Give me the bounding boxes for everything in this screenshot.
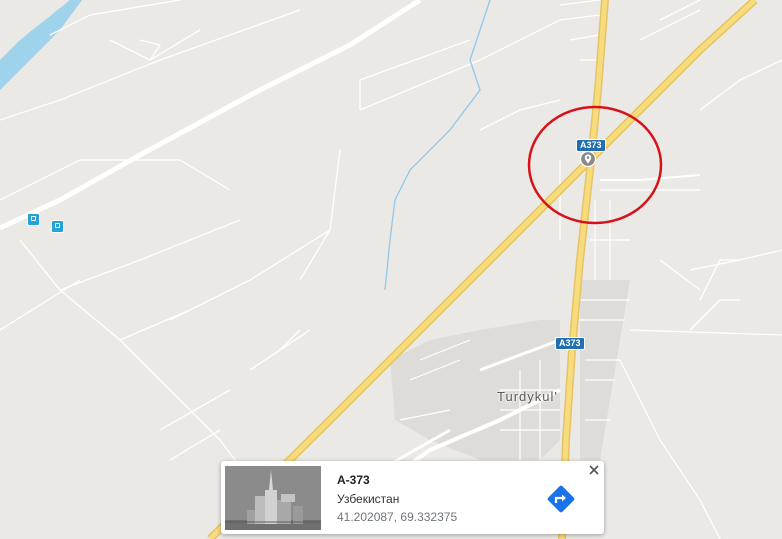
bus-stop-icon[interactable] bbox=[27, 213, 40, 226]
canal bbox=[384, 0, 491, 291]
map-canvas[interactable]: A373 A373 Turdykul' bbox=[0, 0, 782, 539]
map-base-layer bbox=[0, 0, 782, 539]
building-image bbox=[225, 466, 321, 530]
map-pin-icon[interactable] bbox=[580, 151, 596, 169]
place-coordinates: 41.202087, 69.332375 bbox=[337, 510, 458, 524]
street-view-thumbnail[interactable] bbox=[225, 466, 321, 530]
river bbox=[0, 0, 82, 90]
directions-icon[interactable] bbox=[546, 484, 576, 514]
bus-stop-icon[interactable] bbox=[51, 220, 64, 233]
place-label-turdykul: Turdykul' bbox=[497, 389, 558, 404]
close-icon[interactable] bbox=[588, 464, 600, 476]
place-title: A-373 bbox=[337, 473, 370, 487]
road-shield-a373-bottom: A373 bbox=[555, 337, 585, 350]
place-country: Узбекистан bbox=[337, 492, 400, 506]
place-info-card[interactable]: A-373 Узбекистан 41.202087, 69.332375 bbox=[221, 461, 604, 534]
